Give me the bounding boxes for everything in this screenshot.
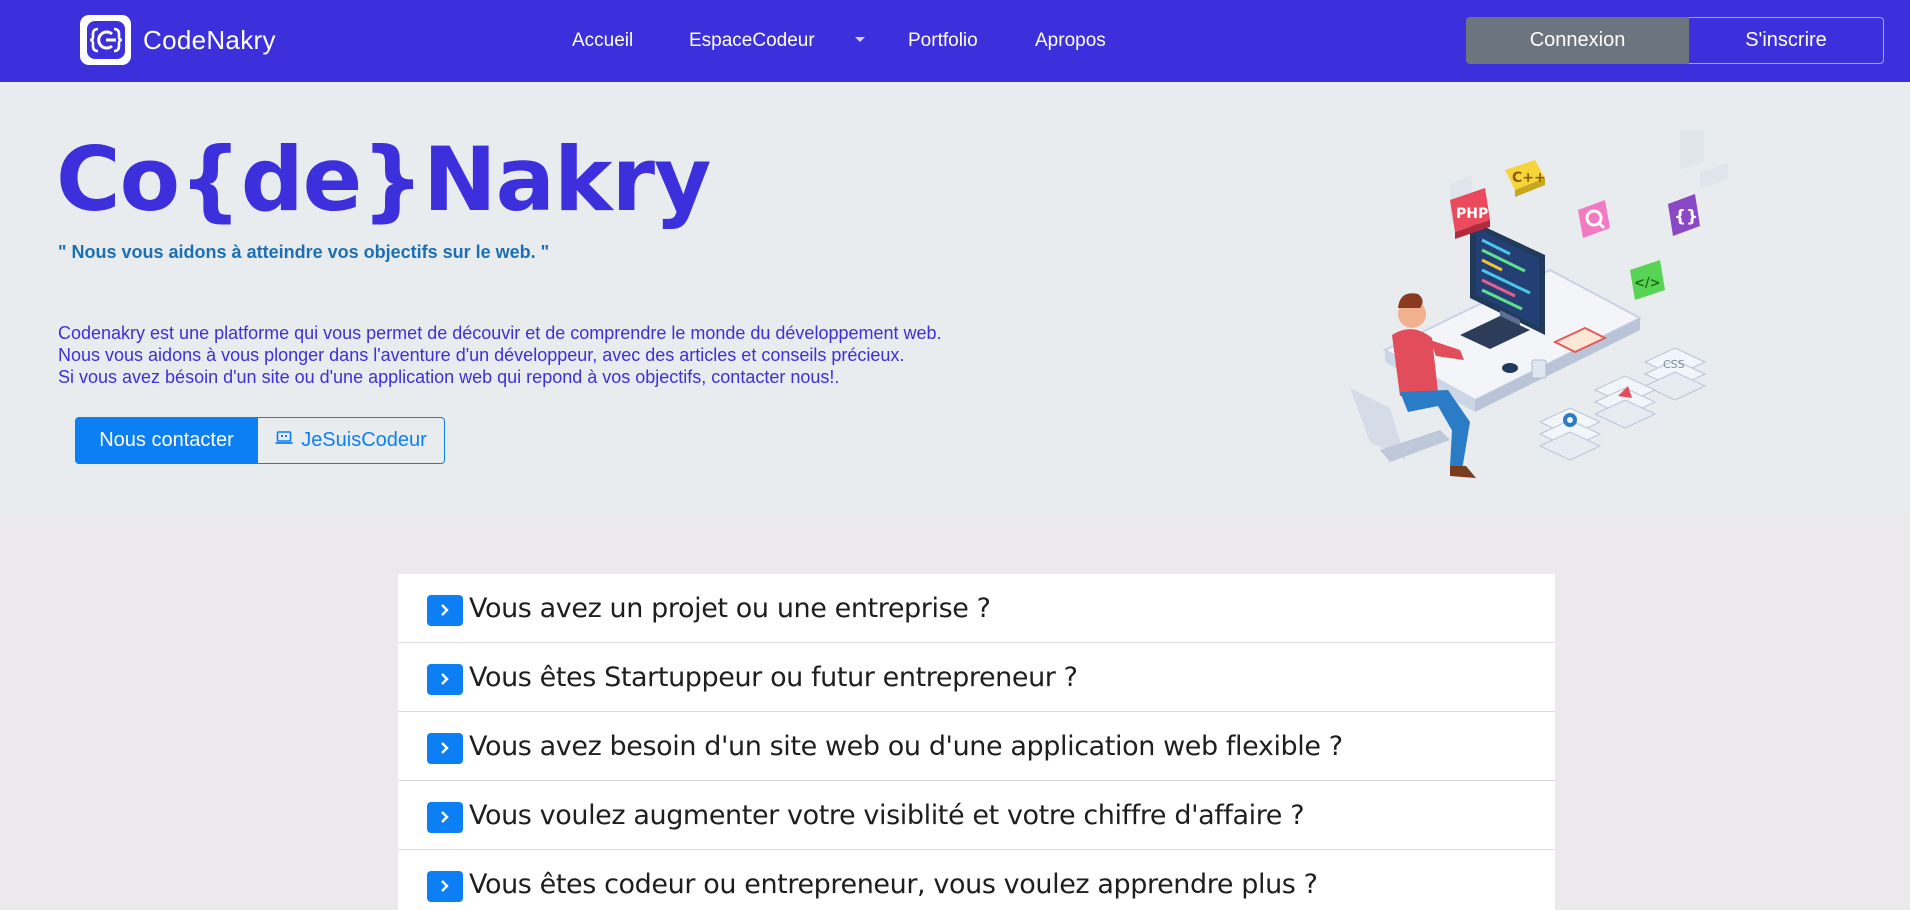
brand-name: CodeNakry <box>143 24 276 55</box>
top-navbar: CodeNakry Accueil EspaceCodeur Portfolio… <box>0 0 1910 82</box>
question-item[interactable]: Vous avez un projet ou une entreprise ? <box>398 574 1555 643</box>
svg-text:{}: {} <box>1674 207 1698 227</box>
chevron-right-icon <box>427 594 463 626</box>
chevron-right-icon <box>427 870 463 902</box>
nav-link-portfolio[interactable]: Portfolio <box>908 28 978 54</box>
gear-badge-icon <box>1538 407 1602 461</box>
svg-text:PHP: PHP <box>1456 206 1488 222</box>
nav-link-apropos[interactable]: Apropos <box>1035 28 1106 54</box>
css-badge-icon: CSS <box>1643 347 1707 401</box>
hero-button-group: Nous contacter JeSuisCodeur <box>75 417 445 464</box>
nav-link-espacecodeur[interactable]: EspaceCodeur <box>689 28 815 54</box>
braces-badge-icon: {} <box>1668 194 1700 236</box>
question-item[interactable]: Vous êtes Startuppeur ou futur entrepren… <box>398 643 1555 712</box>
nav-link-accueil[interactable]: Accueil <box>572 28 633 54</box>
coder-button-label: JeSuisCodeur <box>301 429 427 451</box>
login-button[interactable]: Connexion <box>1466 17 1689 64</box>
hero-tagline: " Nous vous aidons à atteindre vos objec… <box>58 242 550 262</box>
developer-illustration: C++ PHP {} </> CSS <box>1350 130 1728 478</box>
svg-text:CSS: CSS <box>1663 358 1685 371</box>
coder-button[interactable]: JeSuisCodeur <box>258 417 445 464</box>
code-badge-icon: </> <box>1630 260 1665 300</box>
question-text: Vous avez besoin d'un site web ou d'une … <box>469 730 1343 762</box>
chevron-right-icon <box>427 663 463 695</box>
svg-text:</>: </> <box>1634 276 1661 291</box>
laptop-icon <box>275 429 293 452</box>
question-list: Vous avez un projet ou une entreprise ? … <box>398 574 1555 910</box>
question-text: Vous avez un projet ou une entreprise ? <box>469 592 991 624</box>
dropdown-caret-icon[interactable] <box>855 37 865 42</box>
hero-section: Co{de}Nakry " Nous vous aidons à atteind… <box>0 82 1910 516</box>
question-text: Vous voulez augmenter votre visiblité et… <box>469 799 1305 831</box>
brand[interactable]: CodeNakry <box>80 15 276 65</box>
hero-description: Codenakry est une platforme qui vous per… <box>58 322 942 388</box>
signup-button[interactable]: S'inscrire <box>1689 17 1884 64</box>
question-text: Vous êtes codeur ou entrepreneur, vous v… <box>469 868 1318 900</box>
hero-title: Co{de}Nakry <box>56 128 711 231</box>
question-item[interactable]: Vous voulez augmenter votre visiblité et… <box>398 781 1555 850</box>
auth-button-group: Connexion S'inscrire <box>1466 17 1884 64</box>
play-badge-icon <box>1593 375 1657 429</box>
brand-logo-icon <box>80 15 131 65</box>
chevron-right-icon <box>427 732 463 764</box>
cpp-badge-icon: C++ <box>1505 160 1546 197</box>
hero-description-line: Codenakry est une platforme qui vous per… <box>58 323 942 343</box>
question-text: Vous êtes Startuppeur ou futur entrepren… <box>469 661 1078 693</box>
chevron-right-icon <box>427 801 463 833</box>
svg-text:C++: C++ <box>1512 170 1546 186</box>
search-badge-icon <box>1578 200 1610 238</box>
hero-description-line: Si vous avez bésoin d'un site ou d'une a… <box>58 367 840 387</box>
question-item[interactable]: Vous avez besoin d'un site web ou d'une … <box>398 712 1555 781</box>
contact-button[interactable]: Nous contacter <box>75 417 258 464</box>
question-item[interactable]: Vous êtes codeur ou entrepreneur, vous v… <box>398 850 1555 910</box>
hero-description-line: Nous vous aidons à vous plonger dans l'a… <box>58 345 905 365</box>
